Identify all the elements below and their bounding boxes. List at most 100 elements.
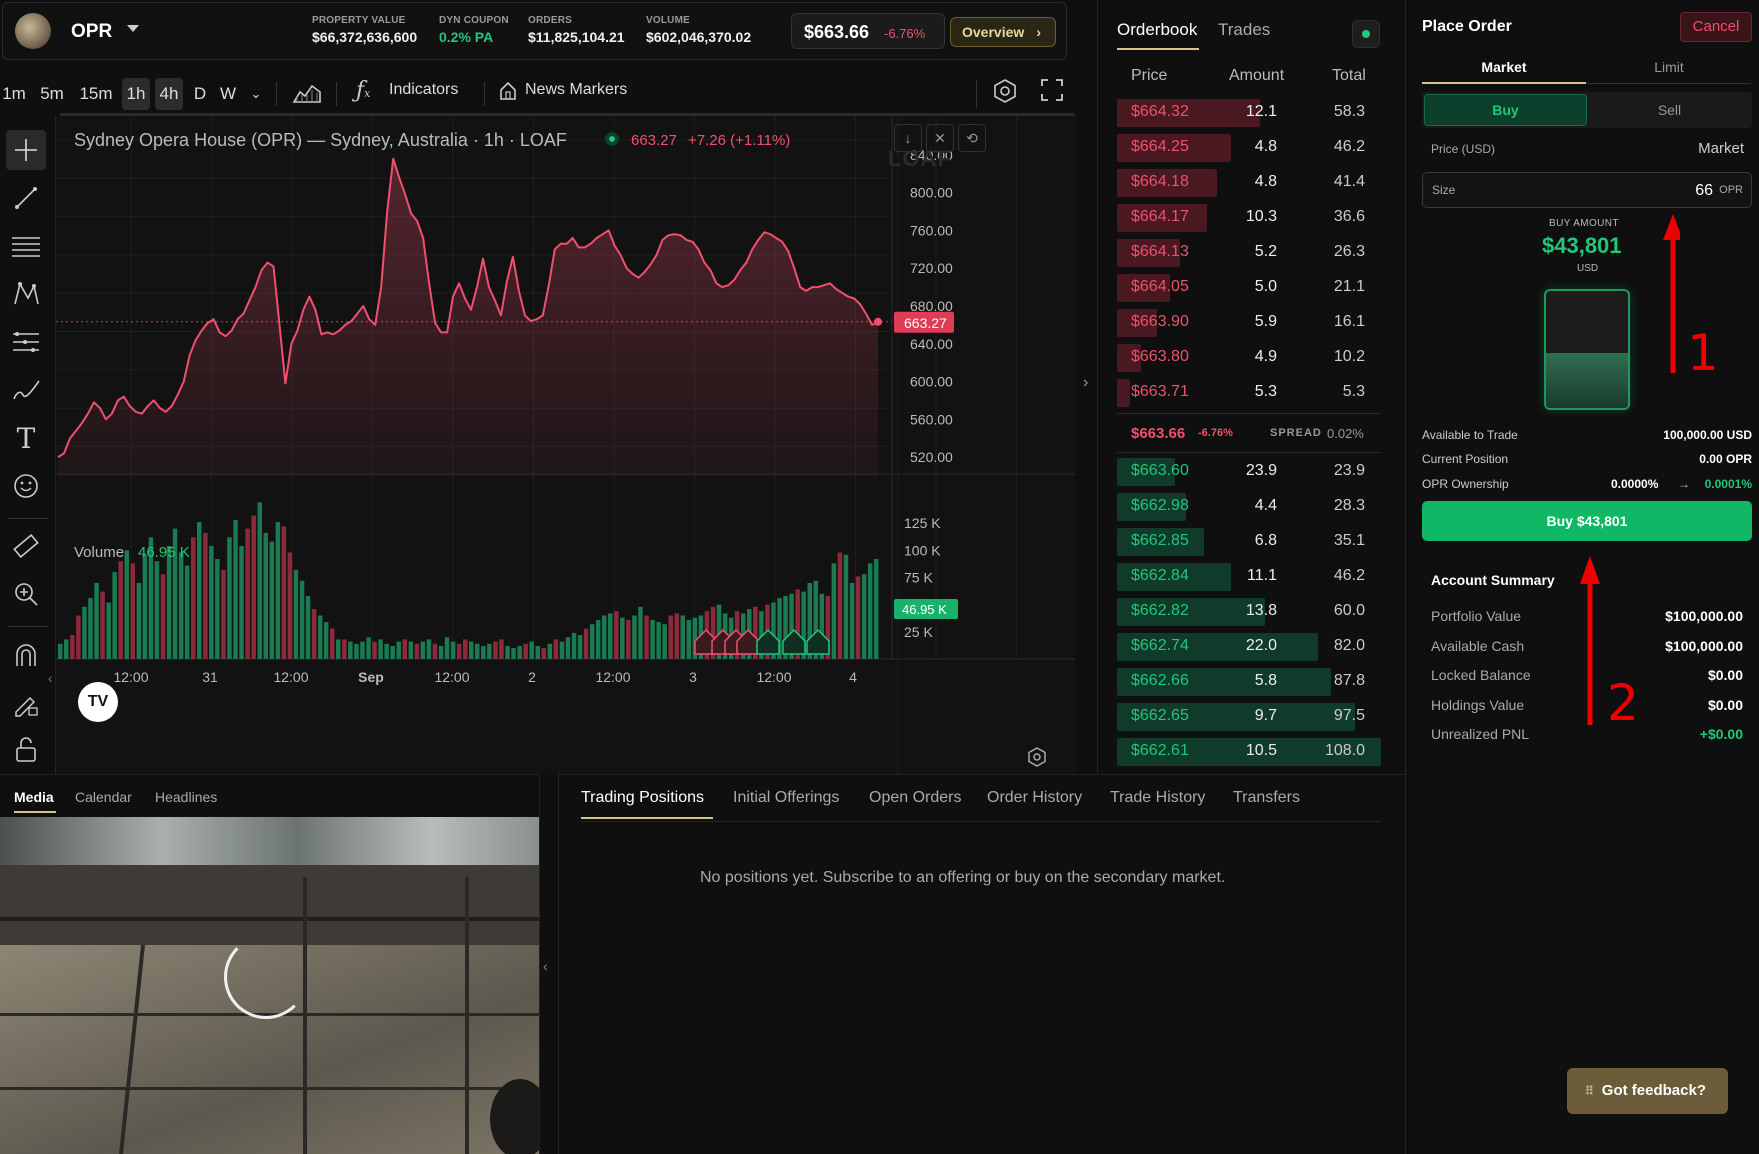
summary-value: +$0.00: [1699, 726, 1743, 742]
timeframe-d[interactable]: D: [190, 78, 210, 110]
buy-tab[interactable]: Buy: [1424, 94, 1587, 126]
trendline-icon[interactable]: [6, 178, 46, 218]
media-video[interactable]: [0, 817, 539, 1154]
pattern-icon[interactable]: [6, 274, 46, 314]
tab-trading-positions[interactable]: Trading Positions: [581, 789, 704, 807]
ask-total: 16.1: [1333, 313, 1365, 330]
tab-trades[interactable]: Trades: [1218, 20, 1270, 40]
volume-bar: [160, 574, 166, 659]
bid-row[interactable]: $662.65 9.7 97.5: [1117, 701, 1381, 733]
tab-media[interactable]: Media: [14, 789, 54, 805]
horizontal-lines-icon[interactable]: [6, 226, 46, 266]
bid-row[interactable]: $662.82 13.8 60.0: [1117, 596, 1381, 628]
bid-row[interactable]: $662.85 6.8 35.1: [1117, 526, 1381, 558]
indicators-button[interactable]: Indicators: [389, 81, 458, 99]
settings-icon[interactable]: [992, 78, 1018, 104]
size-field[interactable]: Size 66 OPR: [1422, 172, 1752, 208]
ask-row[interactable]: $663.80 4.9 10.2: [1117, 342, 1381, 374]
side-panel-toggle-icon[interactable]: ›: [1083, 374, 1088, 392]
volume-tick-label: 100 K: [904, 542, 941, 558]
tab-trade-history[interactable]: Trade History: [1110, 789, 1205, 807]
tab-market[interactable]: Market: [1422, 54, 1586, 84]
sell-tab[interactable]: Sell: [1589, 94, 1750, 126]
ask-row[interactable]: $664.18 4.8 41.4: [1117, 167, 1381, 199]
volume-bar: [257, 502, 262, 659]
ask-total: 26.3: [1333, 243, 1365, 260]
timeframe-15m[interactable]: 15m: [76, 78, 116, 110]
ask-row[interactable]: $664.32 12.1 58.3: [1117, 97, 1381, 129]
timeframe-1m[interactable]: 1m: [0, 78, 28, 110]
price-tick-label: 680.00: [910, 298, 953, 314]
volume-bar: [680, 615, 685, 659]
volume-bar: [384, 643, 389, 659]
bid-row[interactable]: $662.74 22.0 82.0: [1117, 631, 1381, 663]
bid-price: $662.85: [1131, 532, 1189, 549]
price-field[interactable]: Price (USD) Market: [1422, 133, 1752, 165]
ask-depth-bar: [1117, 379, 1131, 407]
ask-amount: 12.1: [1245, 103, 1277, 120]
zoom-in-icon[interactable]: [6, 574, 46, 614]
chart-type-icon[interactable]: [292, 80, 322, 106]
timeframe-5m[interactable]: 5m: [36, 78, 68, 110]
tab-headlines[interactable]: Headlines: [155, 789, 217, 805]
tab-order-history[interactable]: Order History: [987, 789, 1082, 807]
panel-collapse-left-icon[interactable]: ‹: [48, 670, 53, 686]
bid-row[interactable]: $663.60 23.9 23.9: [1117, 456, 1381, 488]
chart-title: Sydney Opera House (OPR) — Sydney, Austr…: [74, 130, 567, 150]
timeframe-w[interactable]: W: [216, 78, 240, 110]
emoji-icon[interactable]: [6, 466, 46, 506]
feedback-button[interactable]: ⠿ Got feedback?: [1567, 1068, 1728, 1114]
tab-calendar[interactable]: Calendar: [75, 789, 132, 805]
bid-row[interactable]: $662.84 11.1 46.2: [1117, 561, 1381, 593]
fullscreen-icon[interactable]: [1040, 78, 1064, 102]
house-icon[interactable]: [498, 80, 518, 102]
tab-initial-offerings[interactable]: Initial Offerings: [733, 789, 839, 807]
crosshair-icon[interactable]: [6, 130, 46, 170]
ruler-icon[interactable]: [6, 526, 46, 566]
refresh-icon[interactable]: ⟲: [958, 124, 986, 152]
media-collapse-icon[interactable]: ‹: [543, 958, 548, 974]
ticker-label[interactable]: OPR: [71, 21, 112, 43]
volume-label: Volume: [74, 544, 125, 561]
fib-icon[interactable]: [6, 322, 46, 362]
ask-row[interactable]: $664.25 4.8 46.2: [1117, 132, 1381, 164]
tab-open-orders[interactable]: Open Orders: [869, 789, 961, 807]
text-icon[interactable]: T: [6, 418, 46, 458]
bid-row[interactable]: $662.66 5.8 87.8: [1117, 666, 1381, 698]
tab-transfers[interactable]: Transfers: [1233, 789, 1300, 807]
bid-row[interactable]: $662.98 4.4 28.3: [1117, 491, 1381, 523]
chevron-down-icon[interactable]: [127, 25, 139, 32]
news-markers-button[interactable]: News Markers: [525, 81, 627, 99]
volume-bar: [517, 646, 522, 659]
ask-total: 46.2: [1333, 138, 1365, 155]
annotation-arrows: [1580, 214, 1680, 725]
volume-bar: [251, 515, 256, 659]
volume-bar: [130, 563, 135, 659]
timeframe-1h[interactable]: 1h: [122, 78, 150, 110]
cancel-button[interactable]: Cancel: [1680, 12, 1752, 42]
chart-settings-icon[interactable]: [1026, 746, 1048, 768]
ask-row[interactable]: $663.90 5.9 16.1: [1117, 307, 1381, 339]
magnet-icon[interactable]: [6, 636, 46, 676]
tradingview-logo[interactable]: TV: [78, 682, 118, 722]
indicators-icon[interactable]: ƒx: [356, 78, 370, 103]
price-area: [58, 158, 878, 476]
ask-row[interactable]: $664.17 10.3 36.6: [1117, 202, 1381, 234]
volume-bar: [191, 537, 196, 659]
volume-tag-text: 46.95 K: [902, 602, 947, 617]
bid-row[interactable]: $662.61 10.5 108.0: [1117, 736, 1381, 768]
overview-button[interactable]: Overview ›: [950, 17, 1056, 47]
tab-orderbook[interactable]: Orderbook: [1117, 20, 1197, 40]
bid-total: 82.0: [1333, 637, 1365, 654]
unlock-icon[interactable]: [6, 730, 46, 770]
tab-limit[interactable]: Limit: [1587, 54, 1751, 84]
ask-row[interactable]: $664.13 5.2 26.3: [1117, 237, 1381, 269]
brush-icon[interactable]: [6, 370, 46, 410]
ask-row[interactable]: $664.05 5.0 21.1: [1117, 272, 1381, 304]
ask-row[interactable]: $663.71 5.3 5.3: [1117, 377, 1381, 409]
lock-drawing-icon[interactable]: [6, 684, 46, 724]
volume-bar: [396, 641, 401, 659]
timeframe-chevron-down-icon[interactable]: ⌄: [244, 78, 268, 110]
timeframe-4h[interactable]: 4h: [155, 78, 183, 110]
price-chart[interactable]: 840.00 800.00 760.00 720.00 680.00 640.00 600.…: [48, 116, 1088, 774]
